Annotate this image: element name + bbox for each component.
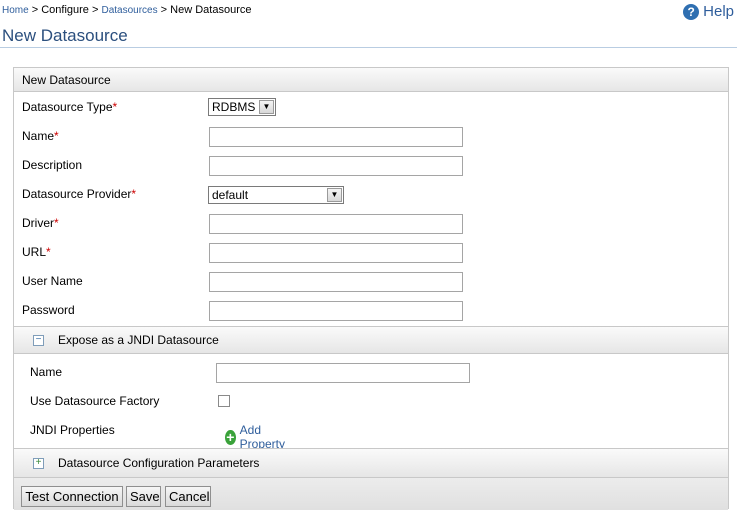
username-field[interactable]: [209, 272, 463, 292]
collapse-icon[interactable]: −: [33, 335, 44, 346]
jndi-properties-label: JNDI Properties: [30, 423, 115, 437]
add-icon[interactable]: +: [225, 429, 236, 445]
datasource-type-value: RDBMS: [212, 100, 256, 114]
required-marker: *: [46, 245, 51, 259]
chevron-down-icon[interactable]: ▼: [259, 100, 274, 114]
breadcrumb-home-link[interactable]: Home: [2, 5, 29, 16]
required-marker: *: [112, 100, 118, 114]
breadcrumb-separator: >: [157, 4, 171, 16]
breadcrumb-separator: >: [28, 4, 42, 16]
url-label: URL*: [22, 245, 51, 259]
factory-label: Use Datasource Factory: [30, 394, 160, 408]
datasource-type-label: Datasource Type*: [22, 100, 118, 114]
provider-value: default: [212, 188, 249, 202]
driver-field[interactable]: [209, 214, 463, 234]
jndi-section-header[interactable]: − Expose as a JNDI Datasource: [14, 326, 728, 354]
name-field[interactable]: [209, 127, 463, 147]
breadcrumb-datasources-link[interactable]: Datasources: [101, 5, 157, 16]
breadcrumb-current: New Datasource: [170, 4, 252, 16]
button-bar: Test Connection Save Cancel: [14, 478, 728, 510]
breadcrumb-separator: >: [88, 4, 102, 16]
add-property-label[interactable]: Add Property: [240, 423, 290, 451]
title-divider: [0, 47, 737, 48]
name-label: Name*: [22, 129, 59, 143]
url-field[interactable]: [209, 243, 463, 263]
cancel-button[interactable]: Cancel: [165, 486, 211, 507]
form-section-title: New Datasource: [22, 73, 111, 87]
breadcrumb-configure: Configure: [41, 4, 89, 16]
breadcrumb: Home > Configure > Datasources > New Dat…: [2, 4, 252, 16]
help-icon[interactable]: ?: [683, 3, 700, 20]
username-label: User Name: [22, 274, 83, 288]
help-label[interactable]: Help: [703, 3, 734, 20]
config-params-section-header[interactable]: + Datasource Configuration Parameters: [14, 448, 728, 478]
required-marker: *: [54, 216, 59, 230]
expand-icon[interactable]: +: [33, 458, 44, 469]
chevron-down-icon[interactable]: ▼: [327, 188, 342, 202]
form-section-header: New Datasource: [14, 68, 728, 92]
password-field[interactable]: [209, 301, 463, 321]
new-datasource-form: New Datasource Datasource Type* RDBMS ▼ …: [13, 67, 729, 510]
provider-select[interactable]: default ▼: [208, 186, 344, 204]
description-field[interactable]: [209, 156, 463, 176]
save-button[interactable]: Save: [126, 486, 161, 507]
datasource-type-select[interactable]: RDBMS ▼: [208, 98, 276, 116]
add-property-link[interactable]: + Add Property: [225, 423, 289, 451]
test-connection-button[interactable]: Test Connection: [21, 486, 123, 507]
use-factory-checkbox[interactable]: [218, 395, 230, 407]
config-params-title[interactable]: Datasource Configuration Parameters: [58, 456, 259, 470]
help-link[interactable]: ? Help: [683, 3, 734, 20]
required-marker: *: [54, 129, 59, 143]
jndi-name-label: Name: [30, 365, 63, 379]
page-title: New Datasource: [2, 26, 128, 45]
provider-label: Datasource Provider*: [22, 187, 137, 201]
description-label: Description: [22, 158, 83, 172]
required-marker: *: [131, 187, 137, 201]
jndi-section-title[interactable]: Expose as a JNDI Datasource: [58, 333, 219, 347]
driver-label: Driver*: [22, 216, 59, 230]
jndi-name-field[interactable]: [216, 363, 470, 383]
password-label: Password: [22, 303, 75, 317]
